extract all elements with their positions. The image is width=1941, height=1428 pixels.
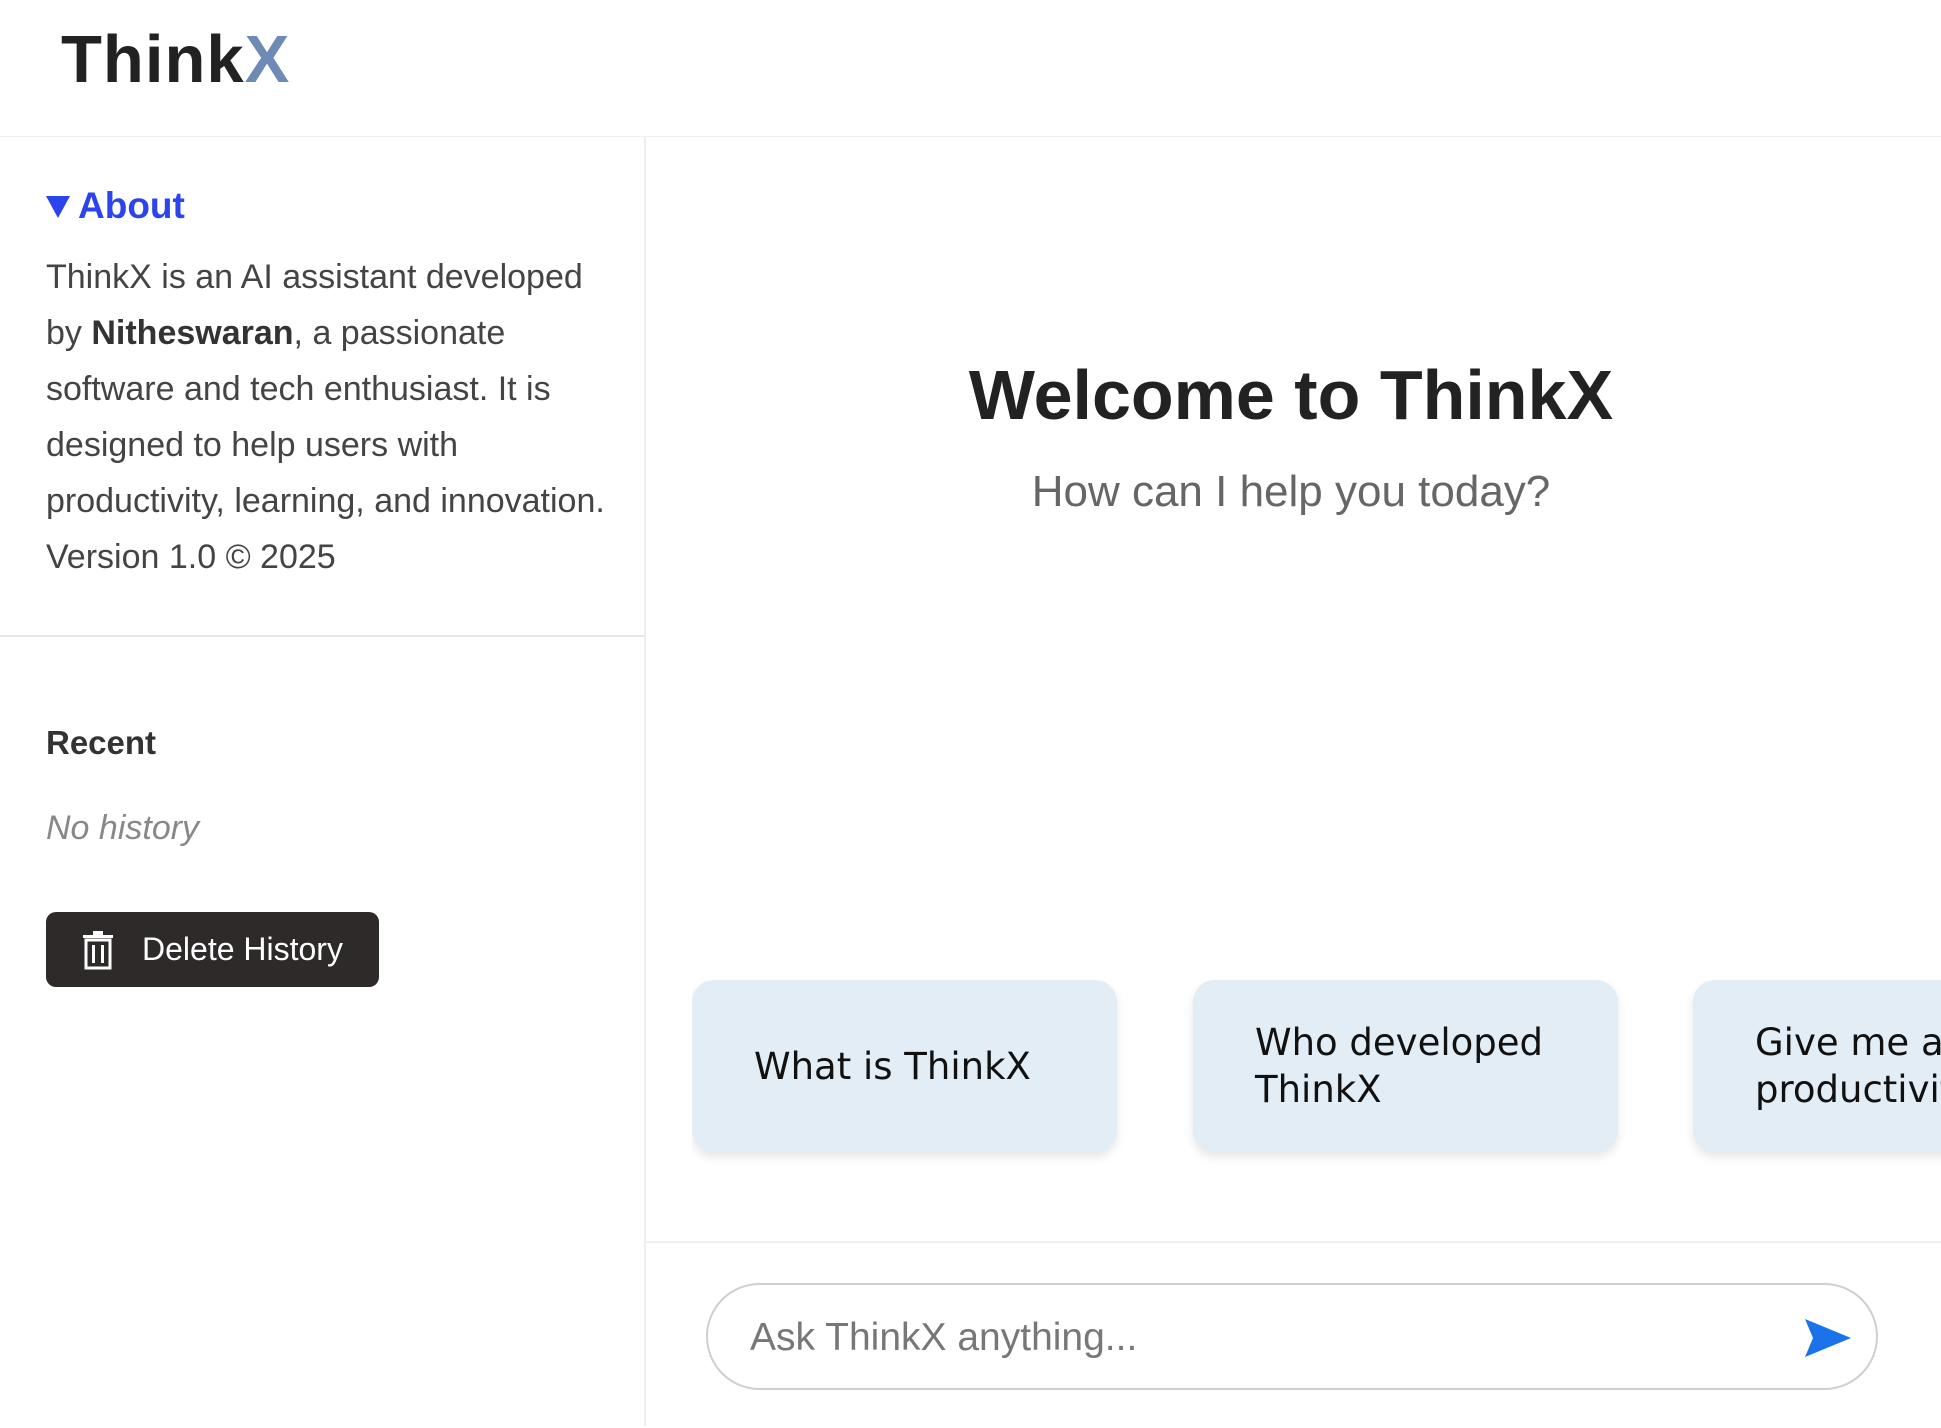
- suggestion-card[interactable]: Give me a productivit: [1693, 980, 1941, 1152]
- trash-icon: [83, 930, 113, 969]
- welcome-title: Welcome to ThinkX: [968, 356, 1614, 434]
- delete-history-label: Delete History: [142, 931, 343, 967]
- triangle-down-icon: [46, 196, 70, 218]
- recent-title: Recent: [46, 724, 157, 761]
- chat-input[interactable]: [748, 1303, 1752, 1373]
- about-text-part-2: , a passionate software and tech enthusi…: [46, 314, 605, 576]
- main-panel: Welcome to ThinkX How can I help you tod…: [646, 137, 1941, 1428]
- top-header: ThinkX: [0, 0, 1941, 137]
- welcome-subtitle: How can I help you today?: [1031, 467, 1551, 516]
- about-toggle[interactable]: About: [46, 184, 185, 228]
- developer-name: Nitheswaran: [91, 314, 294, 352]
- suggestion-label: Who developed ThinkX: [1255, 1021, 1543, 1111]
- suggestion-label: Give me a productivit: [1755, 1021, 1941, 1111]
- chat-input-area: [646, 1241, 1941, 1428]
- send-icon[interactable]: [1803, 1317, 1853, 1359]
- logo-main-text: Think: [61, 22, 245, 97]
- sidebar-divider: [0, 635, 644, 637]
- about-description: ThinkX is an AI assistant developed by N…: [46, 249, 606, 585]
- suggestion-card[interactable]: What is ThinkX: [692, 980, 1117, 1152]
- app-logo[interactable]: ThinkX: [61, 20, 290, 100]
- suggestion-label: What is ThinkX: [754, 1044, 1031, 1088]
- suggestion-card[interactable]: Who developed ThinkX: [1193, 980, 1618, 1152]
- logo-accent-text: X: [244, 22, 291, 97]
- about-title: About: [78, 185, 185, 226]
- sidebar: About ThinkX is an AI assistant develope…: [0, 137, 646, 1426]
- delete-history-button[interactable]: Delete History: [46, 912, 379, 987]
- suggestion-cards: What is ThinkX Who developed ThinkX Give…: [692, 980, 1941, 1170]
- no-history-text: No history: [46, 809, 200, 847]
- chat-input-container: [706, 1283, 1878, 1390]
